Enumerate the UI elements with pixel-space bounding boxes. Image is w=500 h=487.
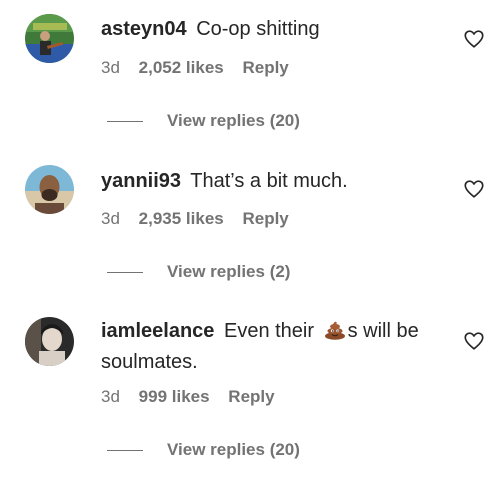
heart-icon[interactable]	[463, 28, 485, 50]
heart-icon[interactable]	[463, 178, 485, 200]
view-replies-button[interactable]: View replies (20)	[107, 439, 300, 461]
reply-button[interactable]: Reply	[242, 209, 288, 228]
divider-line	[107, 271, 143, 273]
avatar-man-beach-icon	[25, 165, 74, 214]
heart-icon[interactable]	[463, 330, 485, 352]
reply-button[interactable]: Reply	[242, 58, 288, 77]
avatar[interactable]	[25, 165, 74, 214]
avatar[interactable]	[25, 14, 74, 63]
reply-button[interactable]: Reply	[228, 387, 274, 406]
comment-username[interactable]: iamleelance	[101, 320, 214, 342]
view-replies-button[interactable]: View replies (20)	[107, 110, 300, 132]
view-replies-button[interactable]: View replies (2)	[107, 261, 290, 283]
likes-count[interactable]: 2,935 likes	[139, 209, 224, 228]
comment-time: 3d	[101, 209, 120, 228]
avatar[interactable]	[25, 317, 74, 366]
comment-text: iamleelance Even their s will be soulmat…	[101, 316, 446, 378]
comment-time: 3d	[101, 58, 120, 77]
view-replies-label: View replies (2)	[167, 262, 291, 281]
comment-username[interactable]: yannii93	[101, 170, 181, 192]
comment-text: asteyn04 Co-op shitting	[101, 14, 446, 45]
comment-body: That’s a bit much.	[190, 170, 348, 192]
likes-count[interactable]: 999 likes	[139, 387, 210, 406]
avatar-person-portrait-icon	[25, 317, 74, 366]
view-replies-label: View replies (20)	[167, 111, 300, 130]
poop-emoji-icon	[324, 321, 345, 340]
divider-line	[107, 449, 143, 451]
comment-meta: 3d 2,052 likes Reply	[101, 58, 303, 78]
likes-count[interactable]: 2,052 likes	[139, 58, 224, 77]
comment-body: Even their	[223, 320, 315, 342]
comment-time: 3d	[101, 387, 120, 406]
divider-line	[107, 120, 143, 122]
view-replies-label: View replies (20)	[167, 440, 300, 459]
avatar-guitarist-icon	[25, 14, 74, 63]
comment-text: yannii93 That’s a bit much.	[101, 166, 446, 197]
comment-username[interactable]: asteyn04	[101, 18, 187, 40]
comment-meta: 3d 2,935 likes Reply	[101, 209, 303, 229]
comment-body: Co-op shitting	[196, 18, 320, 40]
comment-meta: 3d 999 likes Reply	[101, 387, 289, 407]
